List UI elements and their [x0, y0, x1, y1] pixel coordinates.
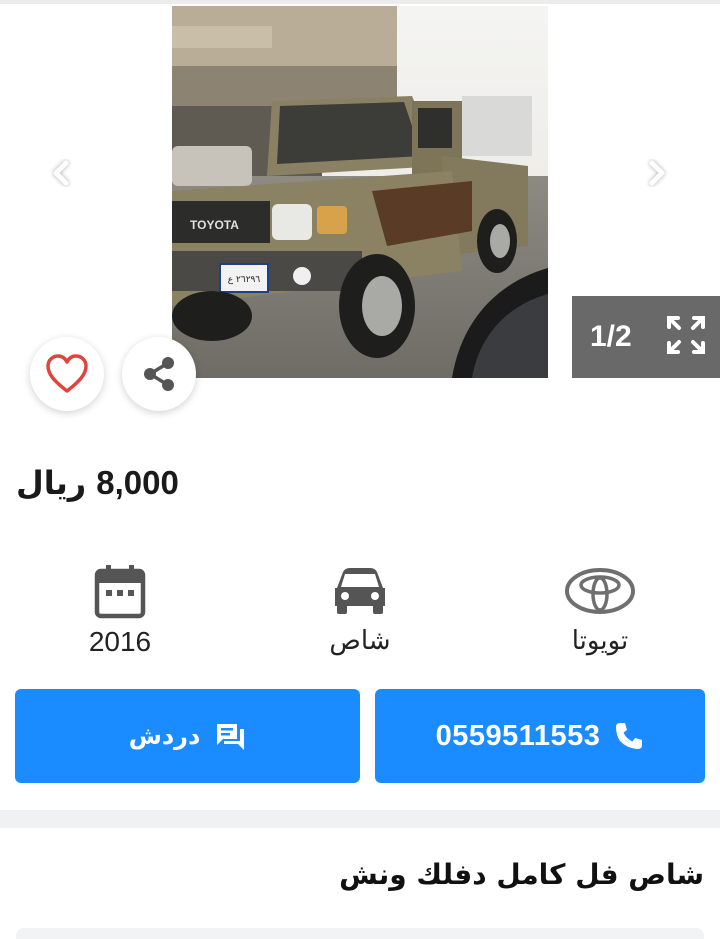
image-counter: 1/2 [572, 296, 720, 378]
spec-body-type: شاص [280, 560, 440, 670]
favorite-button[interactable] [30, 337, 104, 411]
chevron-left-icon [53, 160, 69, 186]
image-gallery[interactable]: TOYOTA ٢٦٢٩٦ ع 1/2 [0, 0, 720, 380]
chevron-right-icon [649, 160, 665, 186]
listing-price: ريال 8,000 [16, 464, 179, 514]
spec-year: 2016 [40, 560, 200, 670]
details-card [16, 928, 704, 939]
fullscreen-button[interactable] [666, 315, 706, 359]
phone-icon [616, 723, 643, 749]
image-counter-text: 1/2 [590, 320, 632, 353]
spec-body-type-label: شاص [329, 626, 391, 656]
heart-icon [46, 354, 88, 393]
license-plate-text: ٢٦٢٩٦ ع [228, 275, 261, 285]
chat-button[interactable]: دردش [15, 689, 360, 783]
price-currency: ريال [16, 464, 87, 502]
spec-row: 2016 شاص تويوتا [0, 560, 720, 670]
phone-number: 0559511553 [435, 719, 601, 752]
listing-photo[interactable]: TOYOTA ٢٦٢٩٦ ع [172, 6, 548, 378]
call-button[interactable]: 0559511553 [375, 689, 705, 783]
share-button[interactable] [122, 337, 196, 411]
truck-photo-illustration: TOYOTA ٢٦٢٩٦ ع [172, 6, 548, 378]
spec-make-label: تويوتا [571, 626, 629, 656]
previous-image-button[interactable] [44, 156, 78, 190]
status-strip [0, 0, 720, 4]
section-divider [0, 810, 720, 828]
calendar-icon [94, 565, 146, 619]
spec-year-label: 2016 [88, 626, 152, 657]
toyota-logo-icon [565, 568, 635, 614]
fullscreen-icon [666, 316, 705, 354]
chat-button-label: دردش [128, 722, 201, 750]
price-amount: 8,000 [96, 464, 179, 501]
truck-brand-text: TOYOTA [190, 218, 239, 232]
chat-icon [217, 724, 245, 750]
car-icon [335, 568, 385, 614]
next-image-button[interactable] [640, 156, 674, 190]
share-icon [144, 357, 174, 391]
listing-title: شاص فل كامل دفلك ونش [339, 858, 704, 891]
spec-make: تويوتا [520, 560, 680, 670]
